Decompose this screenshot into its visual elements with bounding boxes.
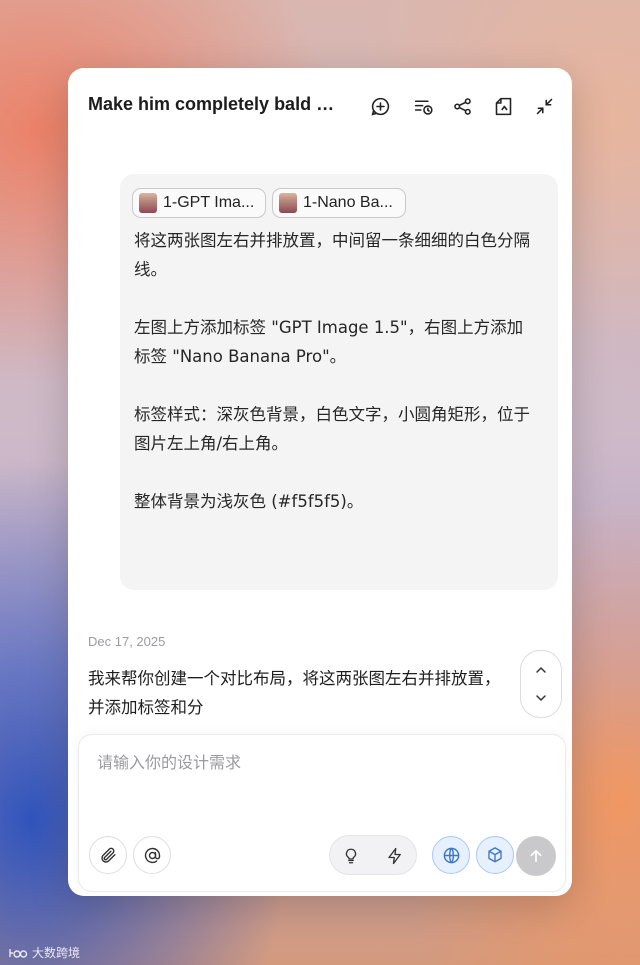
lightbulb-icon [345, 848, 357, 864]
chat-panel: Make him completely bald and create thre… [68, 68, 572, 896]
lightning-icon [388, 847, 401, 865]
send-button[interactable] [516, 836, 556, 876]
history-icon[interactable] [411, 94, 435, 118]
new-chat-icon[interactable] [368, 94, 392, 118]
message-date: Dec 17, 2025 [88, 634, 166, 649]
image-thumbnail [139, 193, 157, 213]
attachment-label: 1-GPT Ima... [163, 194, 255, 211]
share-icon[interactable] [450, 94, 474, 118]
design-request-input[interactable] [95, 747, 539, 811]
attachment-chip[interactable]: 1-Nano Ba... [272, 188, 406, 218]
watermark-logo-icon [9, 948, 28, 958]
mode-toggle-group [329, 835, 417, 875]
scroll-up-icon[interactable] [531, 660, 551, 680]
message-paragraph: 将这两张图左右并排放置，中间留一条细细的白色分隔线。 [134, 231, 530, 279]
image-thumbnail [279, 193, 297, 213]
message-paragraph: 标签样式：深灰色背景，白色文字，小圆角矩形，位于图片左上角/右上角。 [134, 405, 530, 453]
chat-title: Make him completely bald and create thre… [88, 94, 340, 114]
assistant-reply: 我来帮你创建一个对比布局，将这两张图左右并排放置，并添加标签和分 [88, 669, 501, 717]
attachment-chip[interactable]: 1-GPT Ima... [132, 188, 266, 218]
scroll-control [520, 650, 562, 718]
chat-header: Make him completely bald and create thre… [68, 68, 572, 144]
arrow-up-icon [530, 849, 542, 863]
watermark: 大数跨境 [8, 944, 80, 961]
at-sign-icon [144, 847, 160, 863]
message-paragraph: 整体背景为浅灰色 (#f5f5f5)。 [134, 492, 364, 511]
attachment-label: 1-Nano Ba... [303, 194, 393, 211]
composer [78, 734, 566, 892]
library-icon[interactable] [491, 94, 515, 118]
idea-mode-button[interactable] [332, 837, 370, 875]
web-search-button[interactable] [432, 836, 470, 874]
user-message-text: 将这两张图左右并排放置，中间留一条细细的白色分隔线。 左图上方添加标签 "GPT… [134, 226, 534, 516]
cube-icon [488, 847, 502, 863]
attachment-list: 1-GPT Ima... 1-Nano Ba... [132, 188, 406, 218]
minimize-icon[interactable] [532, 94, 556, 118]
fast-mode-button[interactable] [376, 837, 414, 875]
attach-file-button[interactable] [89, 836, 127, 874]
message-paragraph: 左图上方添加标签 "GPT Image 1.5"，右图上方添加标签 "Nano … [134, 318, 524, 366]
watermark-text: 大数跨境 [32, 946, 81, 960]
globe-icon [443, 847, 459, 863]
3d-mode-button[interactable] [476, 836, 514, 874]
scroll-down-icon[interactable] [531, 688, 551, 708]
user-message-bubble: 1-GPT Ima... 1-Nano Ba... 将这两张图左右并排放置，中间… [120, 174, 558, 590]
mention-button[interactable] [133, 836, 171, 874]
paperclip-icon [100, 847, 116, 863]
